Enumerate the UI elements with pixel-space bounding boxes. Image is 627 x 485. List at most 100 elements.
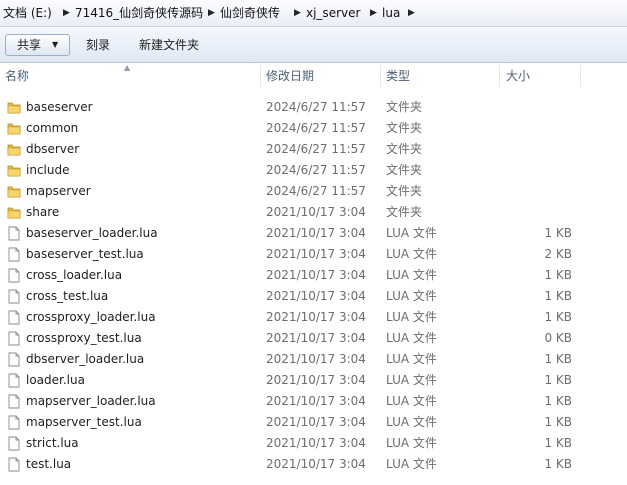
file-size: 2 KB (544, 247, 572, 261)
folder-icon (7, 163, 21, 178)
file-date: 2021/10/17 3:04 (266, 373, 366, 387)
chevron-right-icon[interactable]: ▶ (408, 5, 415, 22)
file-size: 1 KB (544, 394, 572, 408)
file-row[interactable]: baseserver_test.lua 2021/10/17 3:04 LUA 文件… (0, 244, 627, 265)
folder-icon (7, 142, 21, 157)
file-date: 2024/6/27 11:57 (266, 100, 366, 114)
file-row[interactable]: share 2021/10/17 3:04 文件夹 (0, 202, 627, 223)
file-size: 1 KB (544, 352, 572, 366)
file-date: 2021/10/17 3:04 (266, 457, 366, 471)
address-bar[interactable]: 文档 (E:) ▶ 71416_仙剑奇侠传源码 ▶ 仙剑奇侠传 ▶ xj_ser… (0, 0, 627, 27)
file-date: 2021/10/17 3:04 (266, 226, 366, 240)
breadcrumb-server[interactable]: xj_server (306, 5, 360, 22)
file-icon (7, 415, 21, 430)
folder-icon (7, 121, 21, 136)
file-date: 2021/10/17 3:04 (266, 268, 366, 282)
file-name: strict.lua (26, 436, 79, 450)
file-icon (7, 394, 21, 409)
file-name: cross_loader.lua (26, 268, 123, 282)
file-type: LUA 文件 (386, 268, 437, 282)
file-name: baseserver_test.lua (26, 247, 144, 261)
file-date: 2021/10/17 3:04 (266, 394, 366, 408)
file-icon (7, 247, 21, 262)
file-date: 2021/10/17 3:04 (266, 289, 366, 303)
file-row[interactable]: mapserver 2024/6/27 11:57 文件夹 (0, 181, 627, 202)
file-name: test.lua (26, 457, 72, 471)
column-type[interactable]: 类型 (386, 69, 410, 83)
column-divider[interactable] (380, 65, 381, 87)
file-row[interactable]: mapserver_test.lua 2021/10/17 3:04 LUA 文件 1… (0, 412, 627, 433)
file-icon (7, 436, 21, 451)
file-name: baseserver_loader.lua (26, 226, 158, 240)
file-row[interactable]: baseserver_loader.lua 2021/10/17 3:04 LUA … (0, 223, 627, 244)
file-icon (7, 310, 21, 325)
file-name: baseserver (26, 100, 93, 114)
file-type: 文件夹 (386, 184, 423, 198)
chevron-right-icon[interactable]: ▶ (294, 5, 301, 22)
chevron-right-icon[interactable]: ▶ (370, 5, 377, 22)
file-row[interactable]: loader.lua 2021/10/17 3:04 LUA 文件 1 KB (0, 370, 627, 391)
folder-icon (7, 184, 21, 199)
file-type: LUA 文件 (386, 415, 437, 429)
file-name: dbserver (26, 142, 80, 156)
file-date: 2021/10/17 3:04 (266, 310, 366, 324)
file-date: 2021/10/17 3:04 (266, 415, 366, 429)
file-row[interactable]: include 2024/6/27 11:57 文件夹 (0, 160, 627, 181)
file-type: LUA 文件 (386, 394, 437, 408)
file-name: crossproxy_loader.lua (26, 310, 156, 324)
file-row[interactable]: crossproxy_test.lua 2021/10/17 3:04 LUA 文件… (0, 328, 627, 349)
column-name[interactable]: 名称 (5, 69, 29, 83)
column-divider[interactable] (260, 65, 261, 87)
file-date: 2024/6/27 11:57 (266, 142, 366, 156)
file-icon (7, 457, 21, 472)
file-date: 2021/10/17 3:04 (266, 331, 366, 345)
column-divider[interactable] (580, 65, 581, 87)
breadcrumb-lua[interactable]: lua (382, 5, 400, 22)
file-icon (7, 331, 21, 346)
file-type: LUA 文件 (386, 289, 437, 303)
file-row[interactable]: mapserver_loader.lua 2021/10/17 3:04 LUA 文… (0, 391, 627, 412)
file-type: 文件夹 (386, 163, 423, 177)
file-size: 1 KB (544, 373, 572, 387)
file-name: dbserver_loader.lua (26, 352, 145, 366)
file-icon (7, 226, 21, 241)
burn-button[interactable]: 刻录 (86, 38, 110, 52)
file-name: loader.lua (26, 373, 85, 387)
column-date[interactable]: 修改日期 (266, 69, 314, 83)
breadcrumb-game[interactable]: 仙剑奇侠传 (220, 5, 280, 22)
file-row[interactable]: cross_test.lua 2021/10/17 3:04 LUA 文件 1 KB (0, 286, 627, 307)
file-row[interactable]: dbserver_loader.lua 2021/10/17 3:04 LUA 文件… (0, 349, 627, 370)
file-name: mapserver_test.lua (26, 415, 142, 429)
file-date: 2024/6/27 11:57 (266, 184, 366, 198)
chevron-right-icon[interactable]: ▶ (63, 5, 70, 22)
file-row[interactable]: baseserver 2024/6/27 11:57 文件夹 (0, 97, 627, 118)
file-name: mapserver (26, 184, 91, 198)
file-type: LUA 文件 (386, 331, 437, 345)
file-name: crossproxy_test.lua (26, 331, 142, 345)
breadcrumb-source[interactable]: 71416_仙剑奇侠传源码 (75, 5, 203, 22)
file-row[interactable]: common 2024/6/27 11:57 文件夹 (0, 118, 627, 139)
file-type: LUA 文件 (386, 247, 437, 261)
file-type: LUA 文件 (386, 436, 437, 450)
share-button[interactable]: 共享 ▼ (5, 34, 70, 56)
column-divider[interactable] (499, 65, 500, 87)
file-type: 文件夹 (386, 205, 423, 219)
file-type: LUA 文件 (386, 226, 437, 240)
file-row[interactable]: strict.lua 2021/10/17 3:04 LUA 文件 1 KB (0, 433, 627, 454)
breadcrumb-drive[interactable]: 文档 (E:) (3, 5, 52, 22)
new-folder-button[interactable]: 新建文件夹 (139, 38, 199, 52)
file-size: 1 KB (544, 415, 572, 429)
file-row[interactable]: crossproxy_loader.lua 2021/10/17 3:04 LUA … (0, 307, 627, 328)
file-type: 文件夹 (386, 142, 423, 156)
share-label: 共享 (17, 38, 42, 52)
file-row[interactable]: dbserver 2024/6/27 11:57 文件夹 (0, 139, 627, 160)
file-name: common (26, 121, 79, 135)
file-name: cross_test.lua (26, 289, 109, 303)
chevron-right-icon[interactable]: ▶ (208, 5, 215, 22)
file-size: 0 KB (544, 331, 572, 345)
file-row[interactable]: test.lua 2021/10/17 3:04 LUA 文件 1 KB (0, 454, 627, 475)
file-date: 2021/10/17 3:04 (266, 352, 366, 366)
column-size[interactable]: 大小 (506, 69, 530, 83)
file-type: LUA 文件 (386, 352, 437, 366)
file-row[interactable]: cross_loader.lua 2021/10/17 3:04 LUA 文件 1 K… (0, 265, 627, 286)
